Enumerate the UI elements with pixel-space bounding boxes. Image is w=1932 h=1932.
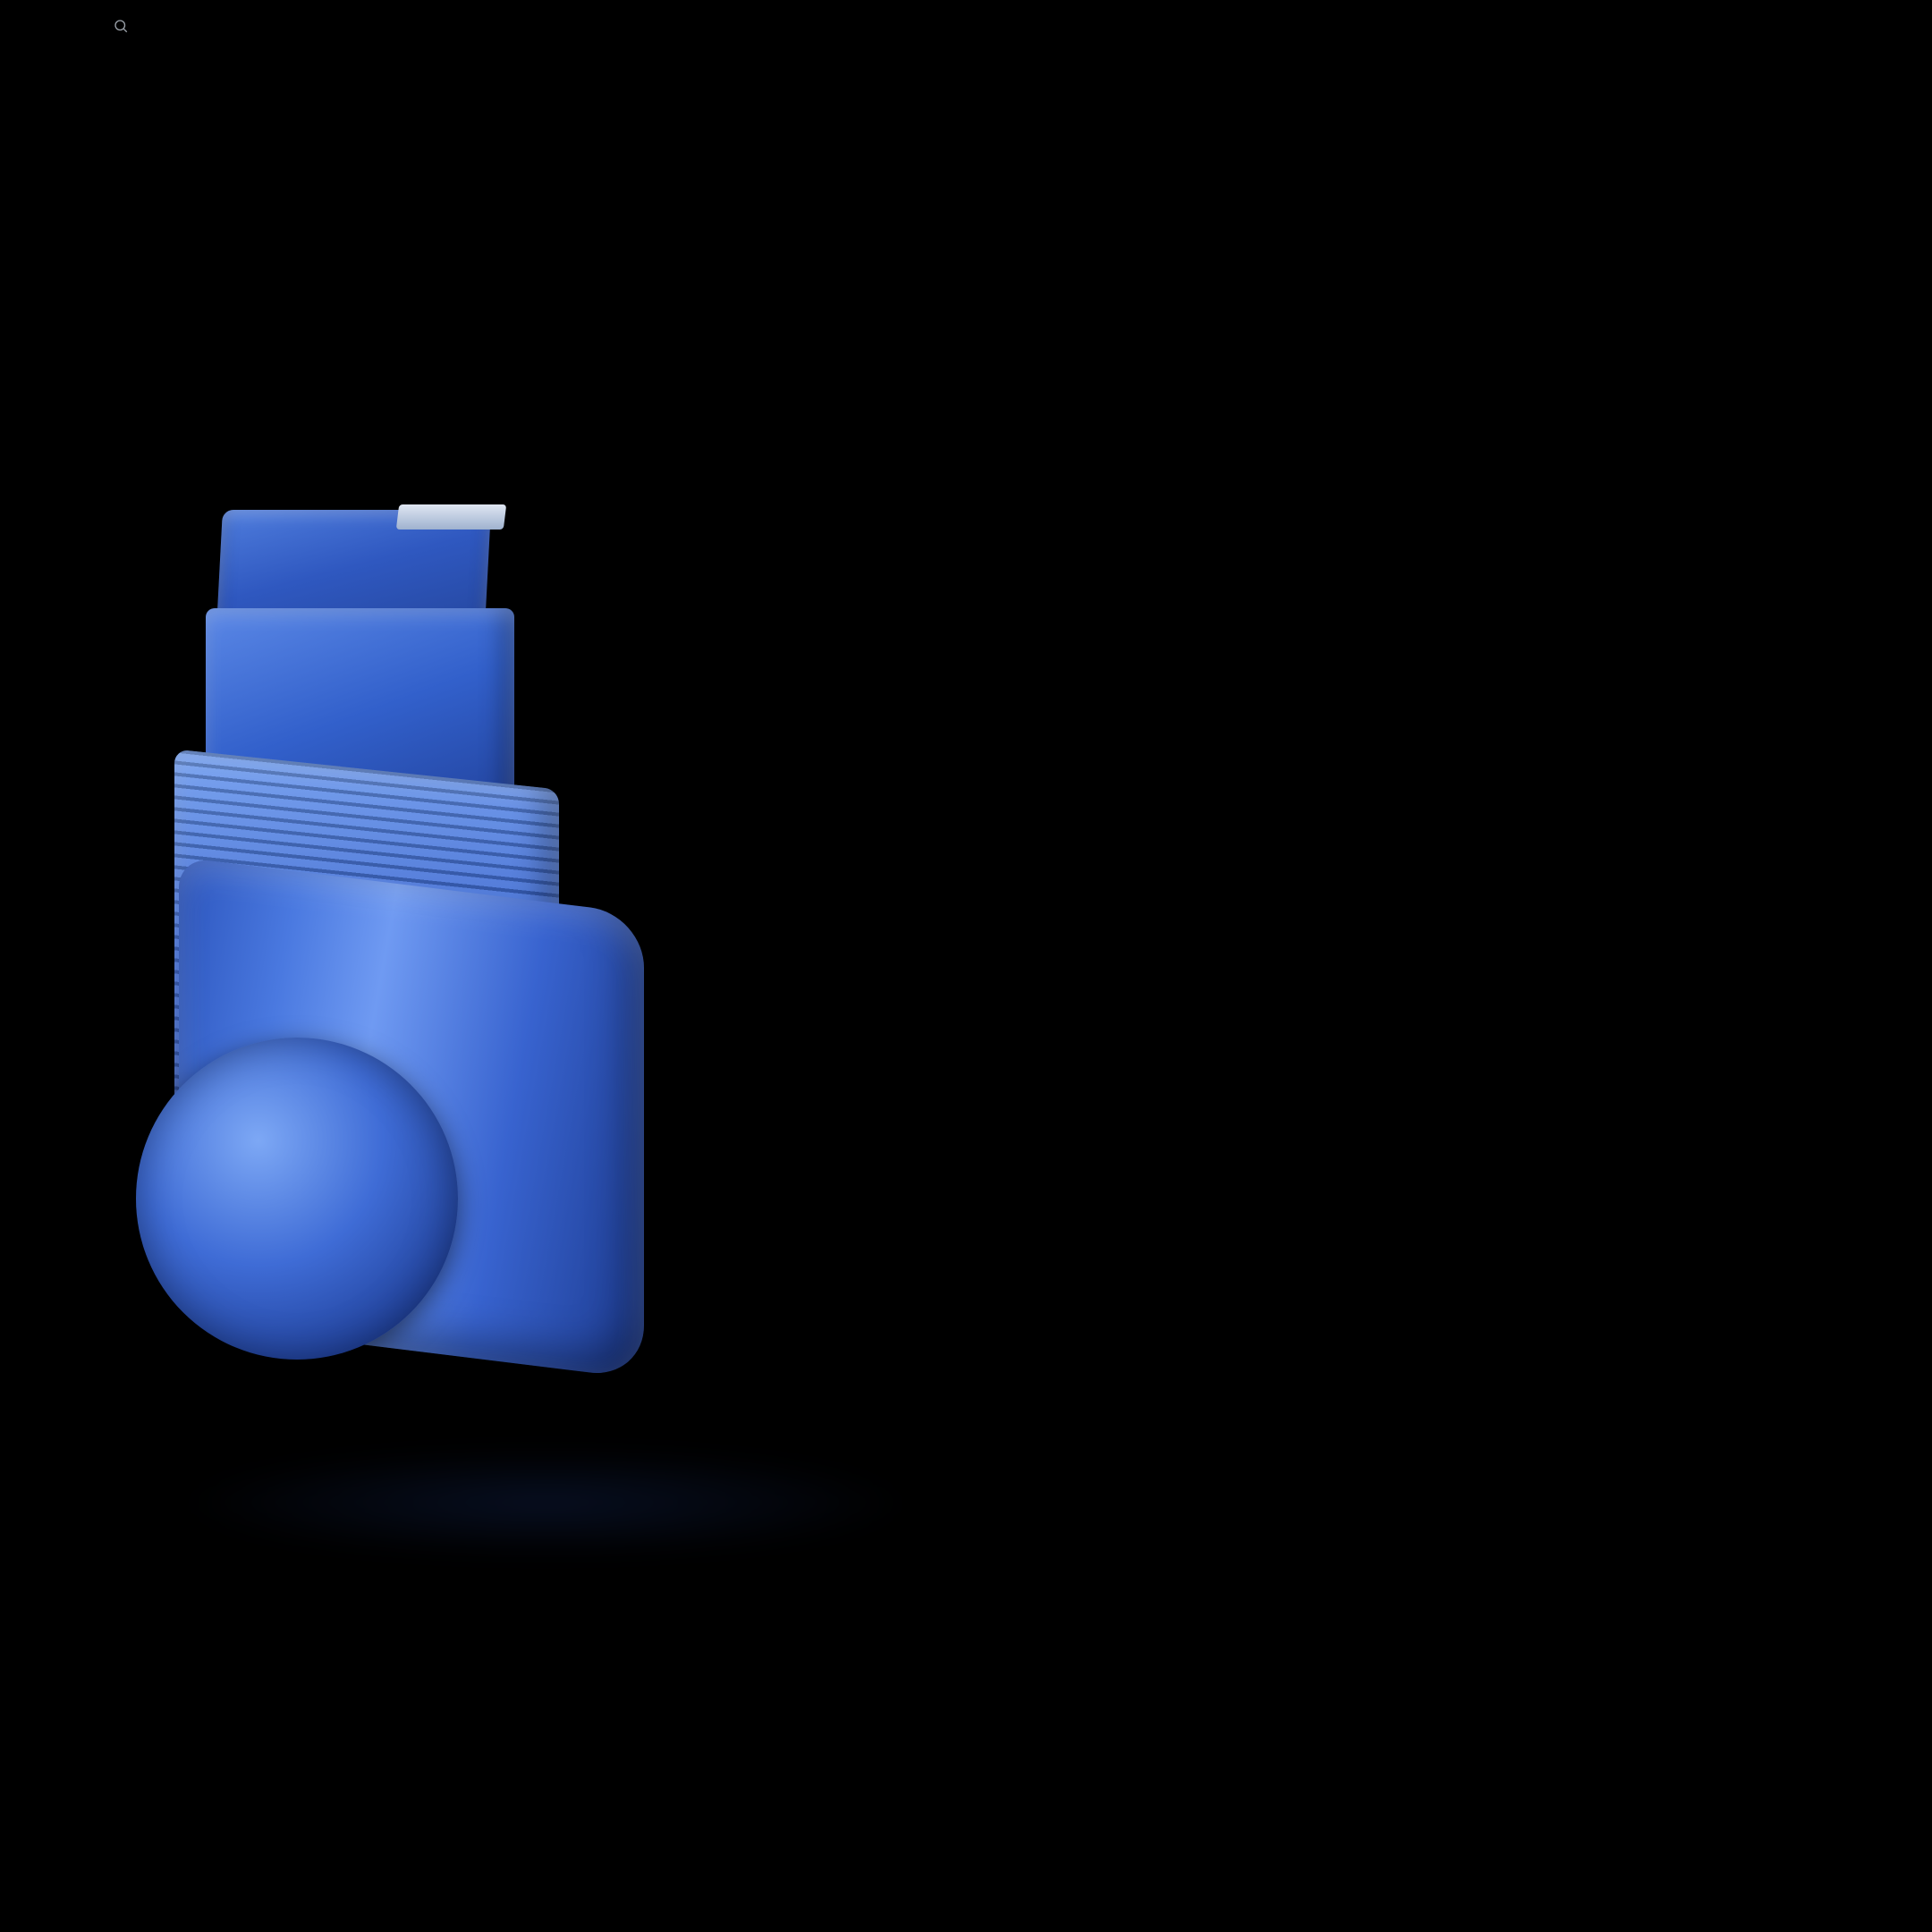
motor-shadow (179, 1449, 912, 1556)
tractian-logo[interactable]: TRACTIAN (0, 2, 72, 17)
motor-end-flange (136, 1038, 458, 1360)
unit-selector-label[interactable]: Unidade 1 (75, 2, 140, 17)
motor-3d-render (72, 501, 993, 1601)
motor-terminal-lid (395, 504, 507, 530)
tractian-mark-icon: Y (160, 2, 171, 17)
search-icon[interactable] (113, 18, 129, 34)
chevron-down-icon[interactable]: ⌄ (145, 2, 157, 17)
scene-root: TRACTIAN Unidade 1 ⌄ Y Busca inteligente (0, 0, 1932, 1932)
search-placeholder: Busca inteligente (0, 22, 109, 38)
search-input[interactable]: Busca inteligente (0, 18, 1932, 38)
